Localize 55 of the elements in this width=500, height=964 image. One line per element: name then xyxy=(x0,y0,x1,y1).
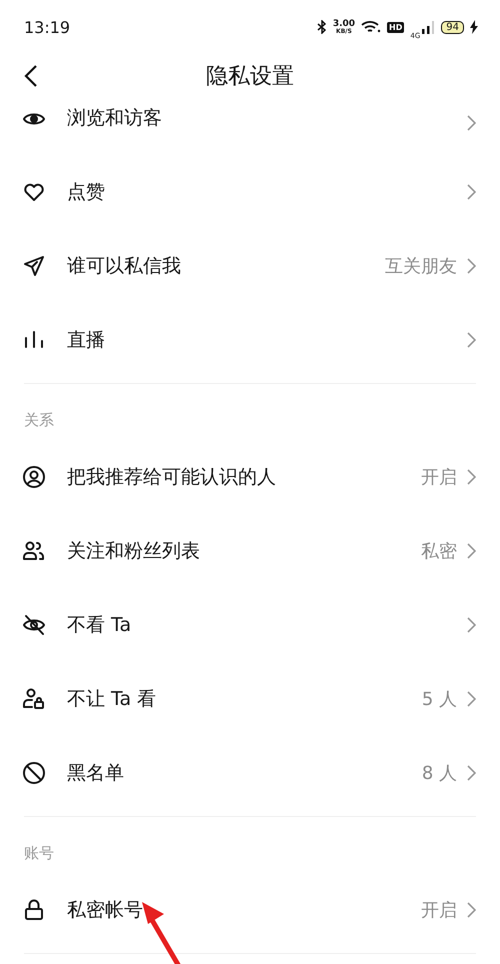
chevron-icon xyxy=(467,691,476,707)
row-label: 直播 xyxy=(67,328,106,353)
charging-icon xyxy=(470,20,478,34)
settings-row[interactable]: 浏览和访客 xyxy=(0,98,500,155)
row-value: 5 人 xyxy=(422,688,457,711)
settings-row[interactable]: 不让 Ta 看 5 人 xyxy=(0,662,500,736)
chevron-icon xyxy=(467,543,476,559)
row-label: 谁可以私信我 xyxy=(67,254,182,279)
people-icon xyxy=(22,539,46,563)
person-lock-icon xyxy=(22,687,46,711)
send-icon xyxy=(22,254,46,278)
row-label: 点赞 xyxy=(67,180,106,205)
network-speed: 3.00 xyxy=(332,20,356,28)
row-label: 黑名单 xyxy=(67,761,125,786)
signal-icon xyxy=(421,20,436,34)
row-label: 不看 Ta xyxy=(67,613,132,638)
row-label: 不让 Ta 看 xyxy=(67,687,158,712)
row-label: 把我推荐给可能认识的人 xyxy=(67,465,277,490)
settings-row[interactable]: 私密帐号 开启 xyxy=(0,873,500,947)
settings-row[interactable]: 把我推荐给可能认识的人 开启 xyxy=(0,440,500,514)
status-time: 13:19 xyxy=(24,18,70,36)
row-label: 私密帐号 xyxy=(67,898,144,923)
settings-row[interactable]: 直播 xyxy=(0,303,500,377)
hd-badge: HD xyxy=(387,22,404,32)
settings-row[interactable]: 关注和粉丝列表 私密 xyxy=(0,514,500,588)
block-icon xyxy=(22,761,46,785)
eye-off-icon xyxy=(22,613,46,637)
bluetooth-icon xyxy=(316,20,327,34)
chevron-icon xyxy=(467,332,476,348)
chevron-icon xyxy=(467,469,476,485)
row-label: 关注和粉丝列表 xyxy=(67,539,201,564)
section-title: 账号 xyxy=(24,844,54,863)
chevron-icon xyxy=(467,258,476,274)
chevron-icon xyxy=(467,902,476,918)
lock-icon xyxy=(22,898,46,922)
row-value: 私密 xyxy=(421,540,457,563)
person-circle-icon xyxy=(22,465,46,489)
wifi-icon xyxy=(361,20,382,34)
back-icon[interactable] xyxy=(24,64,38,88)
settings-row[interactable]: 黑名单 8 人 xyxy=(0,736,500,810)
settings-row[interactable]: 谁可以私信我 互关朋友 xyxy=(0,229,500,303)
settings-row[interactable]: 不看 Ta xyxy=(0,588,500,662)
row-value: 8 人 xyxy=(422,762,457,785)
chevron-icon xyxy=(467,617,476,633)
row-value: 开启 xyxy=(421,899,457,922)
chevron-icon xyxy=(467,184,476,200)
row-label: 浏览和访客 xyxy=(67,106,163,131)
row-value: 开启 xyxy=(421,466,457,489)
section-title: 关系 xyxy=(24,411,54,430)
settings-row[interactable]: 点赞 xyxy=(0,155,500,229)
page-title: 隐私设置 xyxy=(206,63,294,91)
battery-level: 94 xyxy=(441,20,464,34)
chevron-icon xyxy=(467,765,476,781)
row-value: 互关朋友 xyxy=(385,255,457,278)
chevron-icon xyxy=(467,115,476,131)
